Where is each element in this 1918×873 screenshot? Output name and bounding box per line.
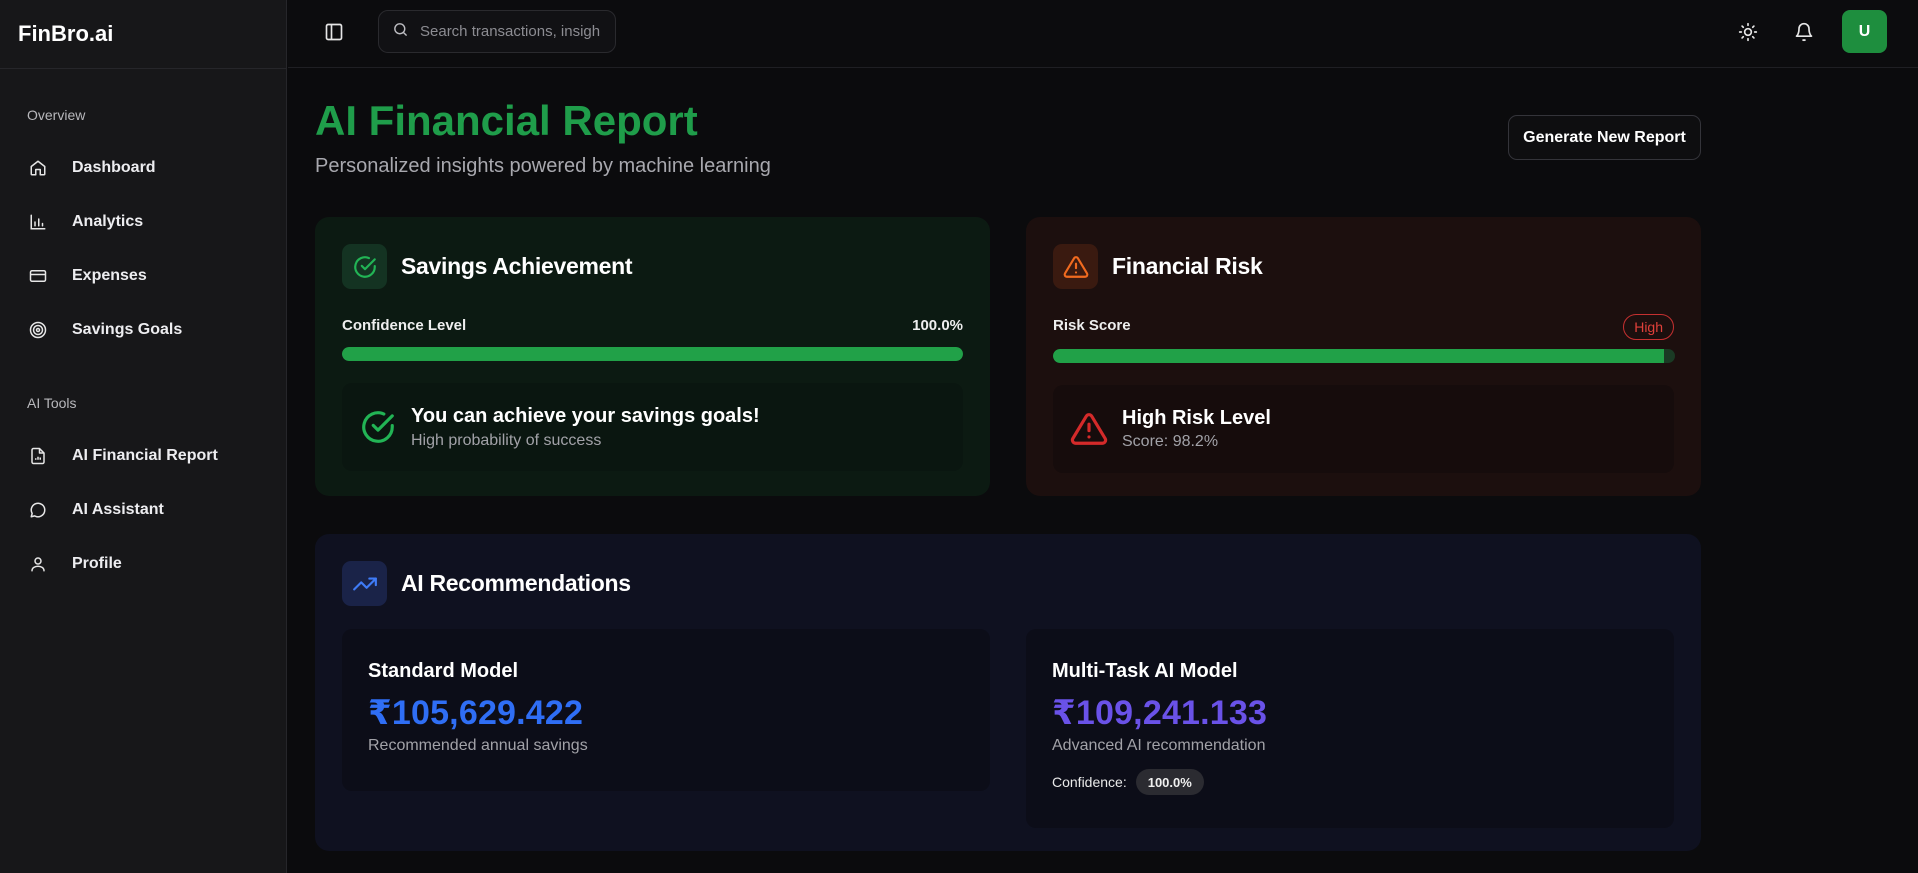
savings-achievement-card: Savings Achievement Confidence Level 100…	[315, 217, 990, 496]
standard-model-name: Standard Model	[368, 660, 519, 682]
card-title: AI Recommendations	[401, 570, 631, 596]
confidence-progress-bar	[342, 347, 963, 361]
user-icon	[29, 555, 47, 573]
confidence-row: Confidence: 100.0%	[1052, 769, 1648, 795]
check-circle-icon	[359, 408, 397, 446]
savings-message-box: You can achieve your savings goals! High…	[342, 383, 963, 471]
sidebar-item-label: Analytics	[72, 213, 144, 230]
bar-chart-icon	[29, 213, 47, 231]
sidebar: FinBro.ai Overview Dashboard Analytics E…	[0, 0, 287, 873]
page-title: AI Financial Report	[315, 97, 698, 144]
sidebar-item-label: Expenses	[72, 267, 147, 284]
savings-message-title: You can achieve your savings goals!	[411, 404, 760, 427]
sidebar-toggle-icon[interactable]	[324, 22, 344, 42]
confidence-progress-fill	[342, 347, 963, 361]
trending-up-icon	[342, 561, 387, 606]
sidebar-item-label: Dashboard	[72, 159, 156, 176]
sidebar-item-analytics[interactable]: Analytics	[0, 195, 286, 249]
generate-report-button[interactable]: Generate New Report	[1508, 115, 1701, 160]
financial-risk-card: Financial Risk Risk Score High High Risk…	[1026, 217, 1701, 496]
target-icon	[29, 321, 47, 339]
multitask-model-description: Advanced AI recommendation	[1052, 737, 1266, 754]
sidebar-section-overview: Overview	[27, 107, 86, 123]
card-title: Financial Risk	[1112, 253, 1263, 279]
risk-message-title: High Risk Level	[1122, 407, 1271, 429]
warning-triangle-icon	[1053, 244, 1098, 289]
risk-level-badge: High	[1623, 314, 1674, 340]
risk-progress-fill	[1053, 349, 1664, 363]
user-avatar[interactable]: U	[1842, 10, 1887, 53]
standard-model-value: ₹105,629.422	[368, 694, 584, 732]
multitask-model-box: Multi-Task AI Model ₹109,241.133 Advance…	[1026, 629, 1674, 828]
standard-model-description: Recommended annual savings	[368, 737, 588, 754]
credit-card-icon	[29, 267, 47, 285]
card-title: Savings Achievement	[401, 253, 633, 279]
check-circle-icon	[342, 244, 387, 289]
sidebar-item-dashboard[interactable]: Dashboard	[0, 141, 286, 195]
sidebar-item-savings-goals[interactable]: Savings Goals	[0, 303, 286, 357]
risk-progress-bar	[1053, 349, 1675, 363]
search-box[interactable]	[378, 10, 616, 53]
confidence-label: Confidence:	[1052, 774, 1127, 790]
sidebar-item-label: Savings Goals	[72, 321, 183, 338]
sidebar-item-label: AI Assistant	[72, 501, 164, 518]
sidebar-item-label: Profile	[72, 555, 122, 572]
chat-bubble-icon	[29, 501, 47, 519]
brand-logo[interactable]: FinBro.ai	[0, 0, 286, 69]
file-report-icon	[29, 447, 47, 465]
card-header: AI Recommendations	[342, 561, 631, 606]
ai-recommendations-card: AI Recommendations Standard Model ₹105,6…	[315, 534, 1701, 851]
sidebar-section-ai-tools: AI Tools	[27, 395, 77, 411]
notification-bell-icon[interactable]	[1794, 22, 1814, 42]
sidebar-item-expenses[interactable]: Expenses	[0, 249, 286, 303]
search-icon	[392, 21, 409, 43]
risk-message-box: High Risk Level Score: 98.2%	[1053, 385, 1674, 473]
confidence-label: Confidence Level	[342, 317, 467, 334]
home-icon	[29, 159, 47, 177]
top-bar: U	[288, 0, 1918, 68]
multitask-model-name: Multi-Task AI Model	[1052, 660, 1238, 682]
card-header: Financial Risk	[1053, 244, 1263, 289]
risk-score-label: Risk Score	[1053, 317, 1131, 334]
multitask-model-value: ₹109,241.133	[1052, 694, 1268, 732]
savings-message-subtitle: High probability of success	[411, 431, 602, 449]
page-subtitle: Personalized insights powered by machine…	[315, 155, 771, 177]
warning-triangle-icon	[1070, 410, 1108, 448]
sidebar-item-ai-financial-report[interactable]: AI Financial Report	[0, 429, 286, 483]
risk-message-subtitle: Score: 98.2%	[1122, 433, 1219, 450]
search-input[interactable]	[420, 23, 600, 40]
sidebar-item-label: AI Financial Report	[72, 447, 218, 464]
standard-model-box: Standard Model ₹105,629.422 Recommended …	[342, 629, 990, 791]
theme-toggle-sun-icon[interactable]	[1738, 22, 1758, 42]
card-header: Savings Achievement	[342, 244, 633, 289]
confidence-value: 100.0%	[912, 317, 963, 334]
sidebar-item-ai-assistant[interactable]: AI Assistant	[0, 483, 286, 537]
confidence-badge: 100.0%	[1135, 769, 1204, 795]
sidebar-item-profile[interactable]: Profile	[0, 537, 286, 591]
